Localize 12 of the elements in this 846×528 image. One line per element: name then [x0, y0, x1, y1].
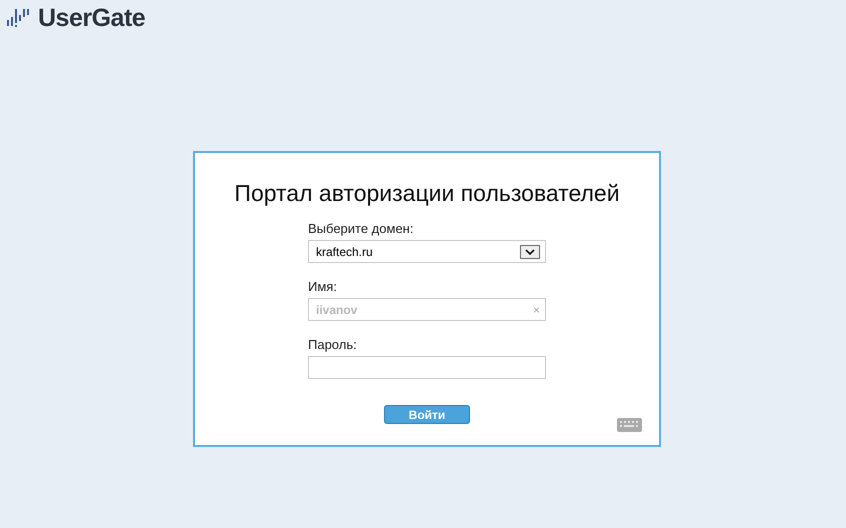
keyboard-icon[interactable]	[617, 418, 642, 432]
field-label: Имя:	[308, 279, 338, 294]
field-label: Пароль:	[308, 337, 358, 352]
logo-text: UserGate	[38, 4, 146, 32]
username-field[interactable]: iivanov ×	[308, 298, 546, 321]
field-label: Выберите домен:	[308, 221, 414, 236]
domain-dropdown[interactable]: kraftech.ru	[308, 240, 546, 263]
login-button[interactable]: Войти	[384, 405, 470, 424]
caret-icon[interactable]	[520, 244, 540, 258]
password-field[interactable]	[308, 356, 546, 379]
clear-icon[interactable]: ×	[532, 302, 540, 316]
form-title: Портал авторизации пользователей	[234, 180, 620, 207]
